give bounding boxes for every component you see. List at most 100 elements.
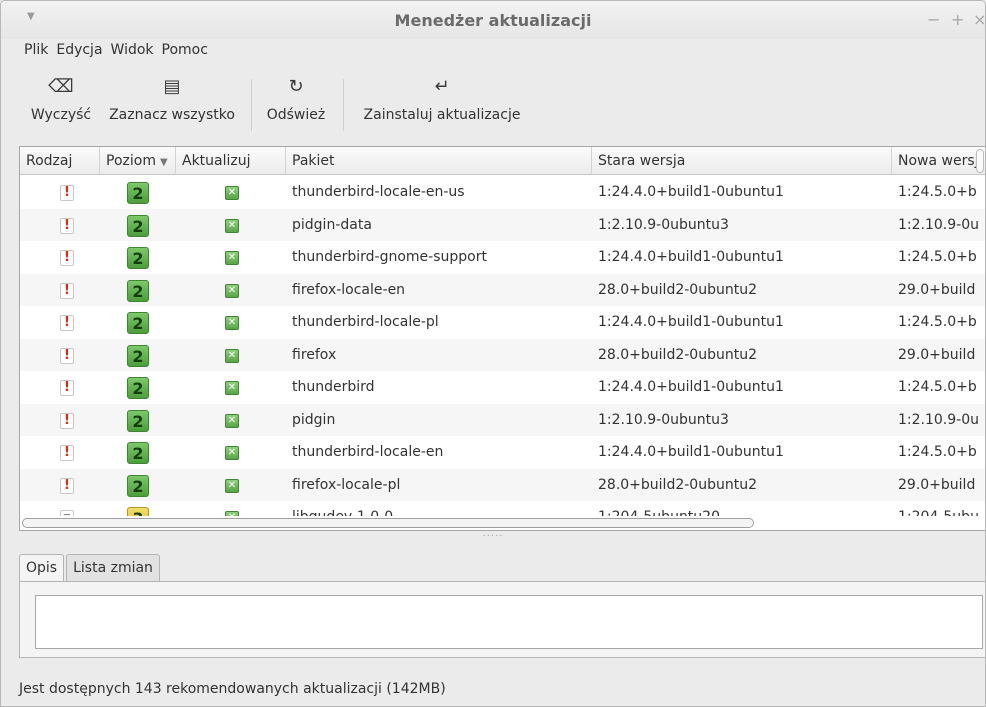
new-version: 29.0+build	[898, 281, 976, 298]
install-updates-button[interactable]: ↵ Zainstaluj aktualizacje	[353, 73, 531, 133]
table-row[interactable]: ! 2 ✕ thunderbird 1:24.4.0+build1-0ubuntu1 1:…	[20, 371, 985, 404]
update-manager-window: ▼ Menedżer aktualizacji − + × Plik Edycj…	[0, 0, 986, 707]
col-aktualizuj-label: Aktualizuj	[182, 153, 251, 169]
refresh-button[interactable]: ↻ Odśwież	[261, 73, 331, 133]
table-header: Rodzaj Poziom ▼ Aktualizuj Pakiet Stara w…	[20, 147, 985, 175]
updates-table: Rodzaj Poziom ▼ Aktualizuj Pakiet Stara w…	[19, 146, 985, 531]
col-pakiet[interactable]: Pakiet	[286, 147, 592, 175]
old-version: 1:2.10.9-0ubuntu3	[598, 411, 729, 428]
description-text-area[interactable]	[35, 595, 983, 649]
col-nowa-wersja-label: Nowa wersj	[898, 153, 979, 169]
level-badge: 2	[127, 442, 149, 464]
security-update-icon: !	[60, 250, 74, 266]
menu-bar: Plik Edycja Widok Pomoc	[1, 39, 985, 67]
col-poziom-label: Poziom	[106, 153, 156, 169]
table-row[interactable]: ! 2 ✕ pidgin-data 1:2.10.9-0ubuntu3 1:2.10.9-…	[20, 208, 985, 241]
new-version: 1:2.10.9-0u	[898, 411, 979, 428]
window-title: Menedżer aktualizacji	[394, 11, 592, 30]
update-checkbox[interactable]: ✕	[225, 186, 239, 200]
col-stara-wersja-label: Stara wersja	[598, 153, 686, 169]
tab-opis[interactable]: Opis	[19, 554, 65, 582]
menu-plik[interactable]: Plik	[21, 39, 53, 67]
menu-edycja[interactable]: Edycja	[53, 39, 107, 67]
old-version: 1:2.10.9-0ubuntu3	[598, 216, 729, 233]
update-checkbox[interactable]: ✕	[225, 511, 239, 516]
level-badge: 2	[127, 279, 149, 302]
col-stara-wersja[interactable]: Stara wersja	[592, 147, 892, 175]
security-update-icon: !	[60, 477, 74, 494]
select-all-button[interactable]: ▤ Zaznacz wszystko	[103, 73, 241, 133]
table-row[interactable]: ≡ 3 ✕ libgudev-1.0-0 1:204-5ubuntu20 1:204-5u…	[20, 501, 985, 516]
col-aktualizuj[interactable]: Aktualizuj	[176, 147, 286, 175]
update-checkbox[interactable]: ✕	[225, 283, 239, 298]
level-badge: 2	[127, 409, 149, 432]
install-icon: ↵	[434, 76, 450, 97]
security-update-icon: !	[60, 412, 74, 429]
maximize-icon[interactable]: +	[951, 10, 964, 29]
package-name: pidgin-data	[292, 216, 372, 233]
table-row[interactable]: ! 2 ✕ thunderbird-locale-pl 1:24.4.0+build1-…	[20, 306, 985, 339]
update-checkbox[interactable]: ✕	[225, 446, 239, 460]
new-version: 1:24.5.0+b	[898, 444, 977, 460]
update-checkbox[interactable]: ✕	[225, 348, 239, 363]
toolbar-separator	[343, 79, 344, 131]
col-nowa-wersja[interactable]: Nowa wersj	[892, 147, 985, 175]
table-row[interactable]: ! 2 ✕ thunderbird-locale-en-us 1:24.4.0+buil…	[20, 176, 985, 209]
level-badge: 2	[127, 344, 149, 367]
security-update-icon: !	[60, 217, 74, 234]
install-label: Zainstaluj aktualizacje	[363, 107, 521, 123]
horizontal-scrollbar[interactable]	[22, 518, 754, 528]
menu-widok[interactable]: Widok	[108, 39, 159, 67]
level-badge: 2	[127, 377, 149, 399]
package-name: thunderbird-locale-pl	[292, 314, 439, 330]
update-checkbox[interactable]: ✕	[225, 413, 239, 428]
security-update-icon: !	[60, 347, 74, 364]
pane-splitter[interactable]: ·····	[1, 531, 985, 545]
close-icon[interactable]: ×	[973, 10, 985, 29]
col-poziom[interactable]: Poziom ▼	[100, 147, 176, 175]
update-checkbox[interactable]: ✕	[225, 316, 239, 330]
menu-pomoc[interactable]: Pomoc	[159, 39, 213, 67]
new-version: 1:2.10.9-0u	[898, 216, 979, 233]
table-body: ! 2 ✕ thunderbird-locale-en-us 1:24.4.0+buil…	[20, 176, 985, 516]
minimize-icon[interactable]: −	[927, 10, 940, 29]
details-panel	[19, 581, 985, 658]
security-update-icon: !	[60, 445, 74, 461]
clear-label: Wyczyść	[30, 107, 92, 123]
col-rodzaj[interactable]: Rodzaj	[20, 147, 100, 175]
package-name: thunderbird-gnome-support	[292, 249, 487, 265]
old-version: 28.0+build2-0ubuntu2	[598, 476, 757, 493]
level-badge: 3	[127, 507, 149, 516]
package-name: firefox-locale-pl	[292, 476, 401, 493]
security-update-icon: !	[60, 282, 74, 299]
table-row[interactable]: ! 2 ✕ thunderbird-locale-en 1:24.4.0+build1-…	[20, 436, 985, 469]
toolbar-separator	[251, 79, 252, 131]
old-version: 1:204-5ubuntu20	[598, 501, 888, 516]
table-row[interactable]: ! 2 ✕ firefox 28.0+build2-0ubuntu2 29.0+build	[20, 338, 985, 371]
new-version: 1:24.5.0+b	[898, 314, 977, 330]
select-all-label: Zaznacz wszystko	[109, 107, 235, 123]
old-version: 1:24.4.0+build1-0ubuntu1	[598, 379, 784, 395]
level-badge: 2	[127, 312, 149, 334]
old-version: 1:24.4.0+build1-0ubuntu1	[598, 444, 784, 460]
update-checkbox[interactable]: ✕	[225, 251, 239, 265]
update-checkbox[interactable]: ✕	[225, 381, 239, 395]
details-tabs: Opis Lista zmian	[19, 554, 162, 582]
level-badge: 2	[127, 182, 149, 204]
col-rodzaj-label: Rodzaj	[26, 153, 73, 169]
clear-button[interactable]: ⌫ Wyczyść	[27, 73, 95, 133]
title-bar[interactable]: ▼ Menedżer aktualizacji − + ×	[1, 1, 985, 39]
toolbar: ⌫ Wyczyść ▤ Zaznacz wszystko ↻ Odśwież ↵…	[1, 73, 985, 139]
update-checkbox[interactable]: ✕	[225, 218, 239, 233]
table-row[interactable]: ! 2 ✕ firefox-locale-en 28.0+build2-0ubuntu2…	[20, 273, 985, 306]
table-row[interactable]: ! 2 ✕ firefox-locale-pl 28.0+build2-0ubuntu2…	[20, 468, 985, 501]
new-version: 29.0+build	[898, 476, 976, 493]
level-badge: 2	[127, 247, 149, 269]
table-row[interactable]: ! 2 ✕ pidgin 1:2.10.9-0ubuntu3 1:2.10.9-0u	[20, 403, 985, 436]
update-checkbox[interactable]: ✕	[225, 478, 239, 493]
refresh-label: Odśwież	[266, 107, 326, 123]
vertical-scrollbar[interactable]	[976, 149, 984, 173]
table-row[interactable]: ! 2 ✕ thunderbird-gnome-support 1:24.4.0+bui…	[20, 241, 985, 274]
tab-lista-zmian[interactable]: Lista zmian	[66, 554, 160, 582]
old-version: 1:24.4.0+build1-0ubuntu1	[598, 184, 784, 200]
